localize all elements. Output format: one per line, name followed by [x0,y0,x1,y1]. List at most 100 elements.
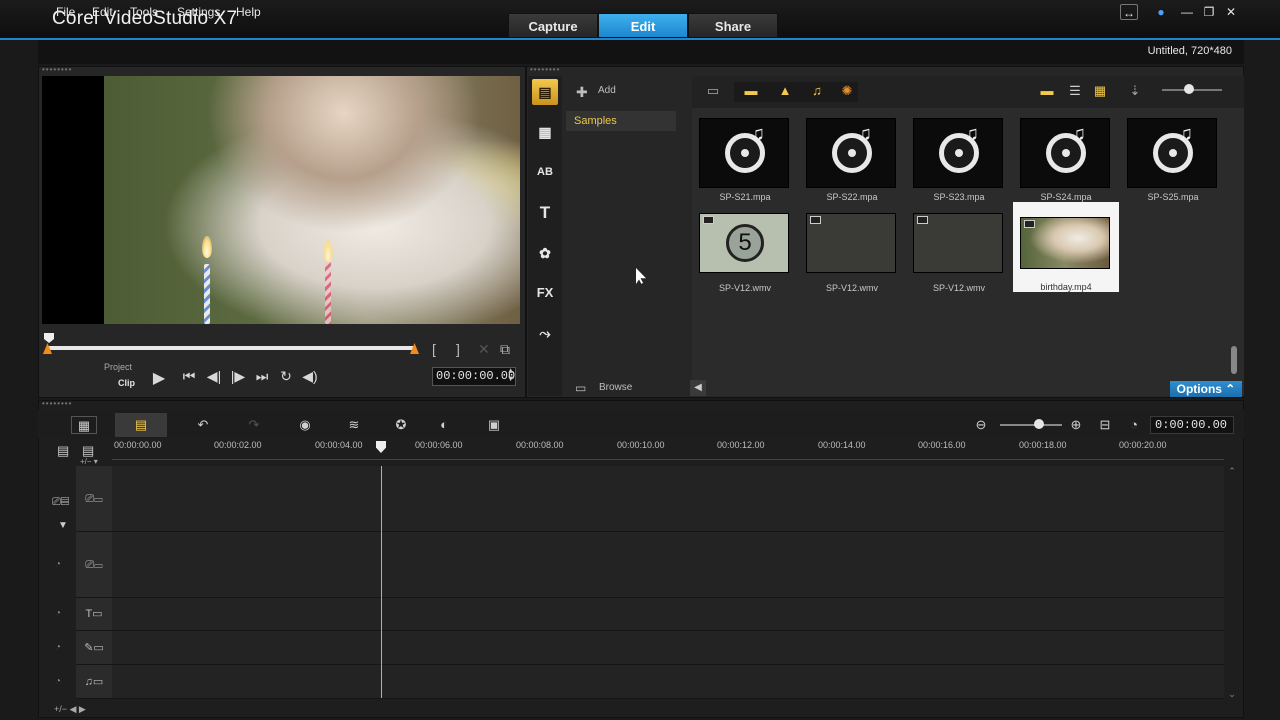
previous-frame-icon[interactable]: ◀| [205,368,223,385]
project-duration-icon[interactable]: ◔ [1121,416,1147,434]
menu-settings[interactable]: Settings [177,5,220,19]
mode-clip-label[interactable]: Clip [118,378,135,388]
title-track-header[interactable]: T▭ [76,598,112,631]
library-item[interactable]: ♫ SP-S22.mpa [806,118,898,202]
record-capture-icon[interactable]: ◉ [292,416,318,434]
timeline-vertical-scrollbar[interactable]: ⌃ ⌄ [1226,466,1238,700]
library-item[interactable]: birthday.mp4 [1020,217,1112,292]
expand-track-icon[interactable]: ▼ [58,520,68,531]
minimize-icon[interactable]: — [1178,4,1196,20]
storyboard-view-icon[interactable]: ▦ [71,416,97,434]
multi-trim-icon[interactable]: ▣ [481,416,507,434]
add-folder-icon[interactable]: ✚ [576,84,588,101]
voice-track[interactable] [112,631,1224,665]
track-options-icon[interactable]: +/− ▾ [80,457,98,466]
sort-icon[interactable]: ⇣ [1126,84,1144,98]
player-grip[interactable]: •••••••• [42,66,72,74]
show-videos-icon[interactable]: ▬ [742,84,760,98]
options-button[interactable]: Options ⌃ [1170,381,1242,397]
overlay-track[interactable] [112,532,1224,598]
play-icon[interactable]: ▶ [150,368,168,388]
timeline-grip[interactable]: •••••••• [42,400,72,408]
track-manager-icon[interactable]: ▤ [57,443,69,459]
instant-project-tab-icon[interactable]: ▦ [532,119,558,145]
graphic-tab-icon[interactable]: ✿ [532,240,558,266]
volume-icon[interactable]: ◀) [301,368,319,385]
voice-track-lock-icon[interactable]: ◔ [55,642,61,653]
split-clip-icon[interactable]: ✕ [478,341,490,358]
zoom-in-icon[interactable]: ⊕ [1063,416,1089,434]
enlarge-preview-icon[interactable]: ⧉ [500,341,510,358]
list-view-icon[interactable]: ☰ [1066,84,1084,98]
collapse-folder-pane-icon[interactable]: ◀ [690,380,706,396]
grid-view-icon[interactable]: ▦ [1091,84,1109,98]
transition-tab-icon[interactable]: AB [532,159,558,185]
library-item[interactable]: SP-V12.wmv [913,213,1005,293]
video-track[interactable] [112,466,1224,532]
go-to-start-icon[interactable]: ⏮ [180,368,198,385]
zoom-slider-handle[interactable] [1034,419,1044,429]
music-track-lock-icon[interactable]: ◔ [55,676,61,687]
help-globe-icon[interactable]: ● [1152,4,1170,20]
show-photos-icon[interactable]: ▲ [776,84,794,98]
scrub-bar[interactable] [46,346,416,350]
repeat-icon[interactable]: ↻ [277,368,295,385]
zoom-out-icon[interactable]: ⊖ [968,416,994,434]
timeline-scroll-controls-icon[interactable]: +/− ◀ ▶ [54,704,86,715]
resize-toggle-icon[interactable]: ↔ [1120,4,1138,20]
maximize-icon[interactable]: ❐ [1200,4,1218,20]
library-item[interactable]: ♫ SP-S24.mpa [1020,118,1112,202]
menu-tools[interactable]: Tools [130,5,158,19]
zoom-slider[interactable] [1000,424,1062,426]
library-grip[interactable]: •••••••• [530,66,560,74]
next-frame-icon[interactable]: |▶ [229,368,247,385]
import-folder-icon[interactable]: ▭ [704,84,722,98]
list-view-thumbnail-icon[interactable]: ▬ [1038,84,1056,98]
library-item[interactable]: ♫ SP-S21.mpa [699,118,791,202]
mark-out-button[interactable]: ] [456,341,460,357]
title-track[interactable] [112,598,1224,631]
timecode-stepper-icon[interactable]: ▲ ▼ [508,368,513,384]
video-track-toggle-icon[interactable]: ⎚▤ [52,496,69,509]
browse-button[interactable]: Browse [599,382,632,393]
thumb-size-slider-handle[interactable] [1184,84,1194,94]
motion-tracking-icon[interactable]: ✪ [388,416,414,434]
fit-project-icon[interactable]: ⊟ [1092,416,1118,434]
overlay-track-lock-icon[interactable]: ◔ [55,559,61,570]
media-tab-icon[interactable]: ▤ [532,79,558,105]
close-icon[interactable]: ✕ [1222,4,1240,20]
music-track-header[interactable]: ♫▭ [76,665,112,699]
player-timecode[interactable]: 00:00:00.00 ▲ ▼ [432,367,516,386]
show-audio-icon[interactable]: ♫ [808,84,826,98]
library-scrollbar[interactable] [1231,346,1237,374]
online-content-icon[interactable]: ✺ [838,84,856,98]
voice-track-header[interactable]: ✎▭ [76,631,112,665]
path-tab-icon[interactable]: ⤳ [532,320,558,346]
library-item[interactable]: ♫ SP-S25.mpa [1127,118,1219,202]
menu-file[interactable]: File [56,5,75,19]
scroll-up-icon[interactable]: ⌃ [1226,466,1238,477]
browse-icon[interactable]: ▭ [575,381,586,395]
mode-project-label[interactable]: Project [104,362,132,372]
menu-help[interactable]: Help [236,5,261,19]
auto-music-icon[interactable]: ≋ [341,416,367,434]
tab-edit[interactable]: Edit [598,13,688,38]
mark-in-button[interactable]: [ [432,341,436,357]
filter-tab-icon[interactable]: FX [532,280,558,306]
tab-share[interactable]: Share [688,13,778,38]
video-track-header[interactable]: ⎚▭ [76,466,112,532]
add-folder-button[interactable]: Add [598,85,616,96]
title-tab-icon[interactable]: T [532,200,558,226]
library-item[interactable]: ♫ SP-S23.mpa [913,118,1005,202]
library-item[interactable]: 5 SP-V12.wmv [699,213,791,293]
scroll-down-icon[interactable]: ⌄ [1226,689,1238,700]
undo-icon[interactable]: ↶ [190,416,216,434]
menu-edit[interactable]: Edit [92,5,113,19]
overlay-track-header[interactable]: ⎚▭ [76,532,112,598]
music-track[interactable] [112,665,1224,699]
subtitle-editor-icon[interactable]: ◐ [431,416,457,434]
library-item[interactable]: SP-V12.wmv [806,213,898,293]
tab-capture[interactable]: Capture [508,13,598,38]
timeline-timecode[interactable]: 0:00:00.00 [1150,416,1234,434]
redo-icon[interactable]: ↷ [241,416,267,434]
